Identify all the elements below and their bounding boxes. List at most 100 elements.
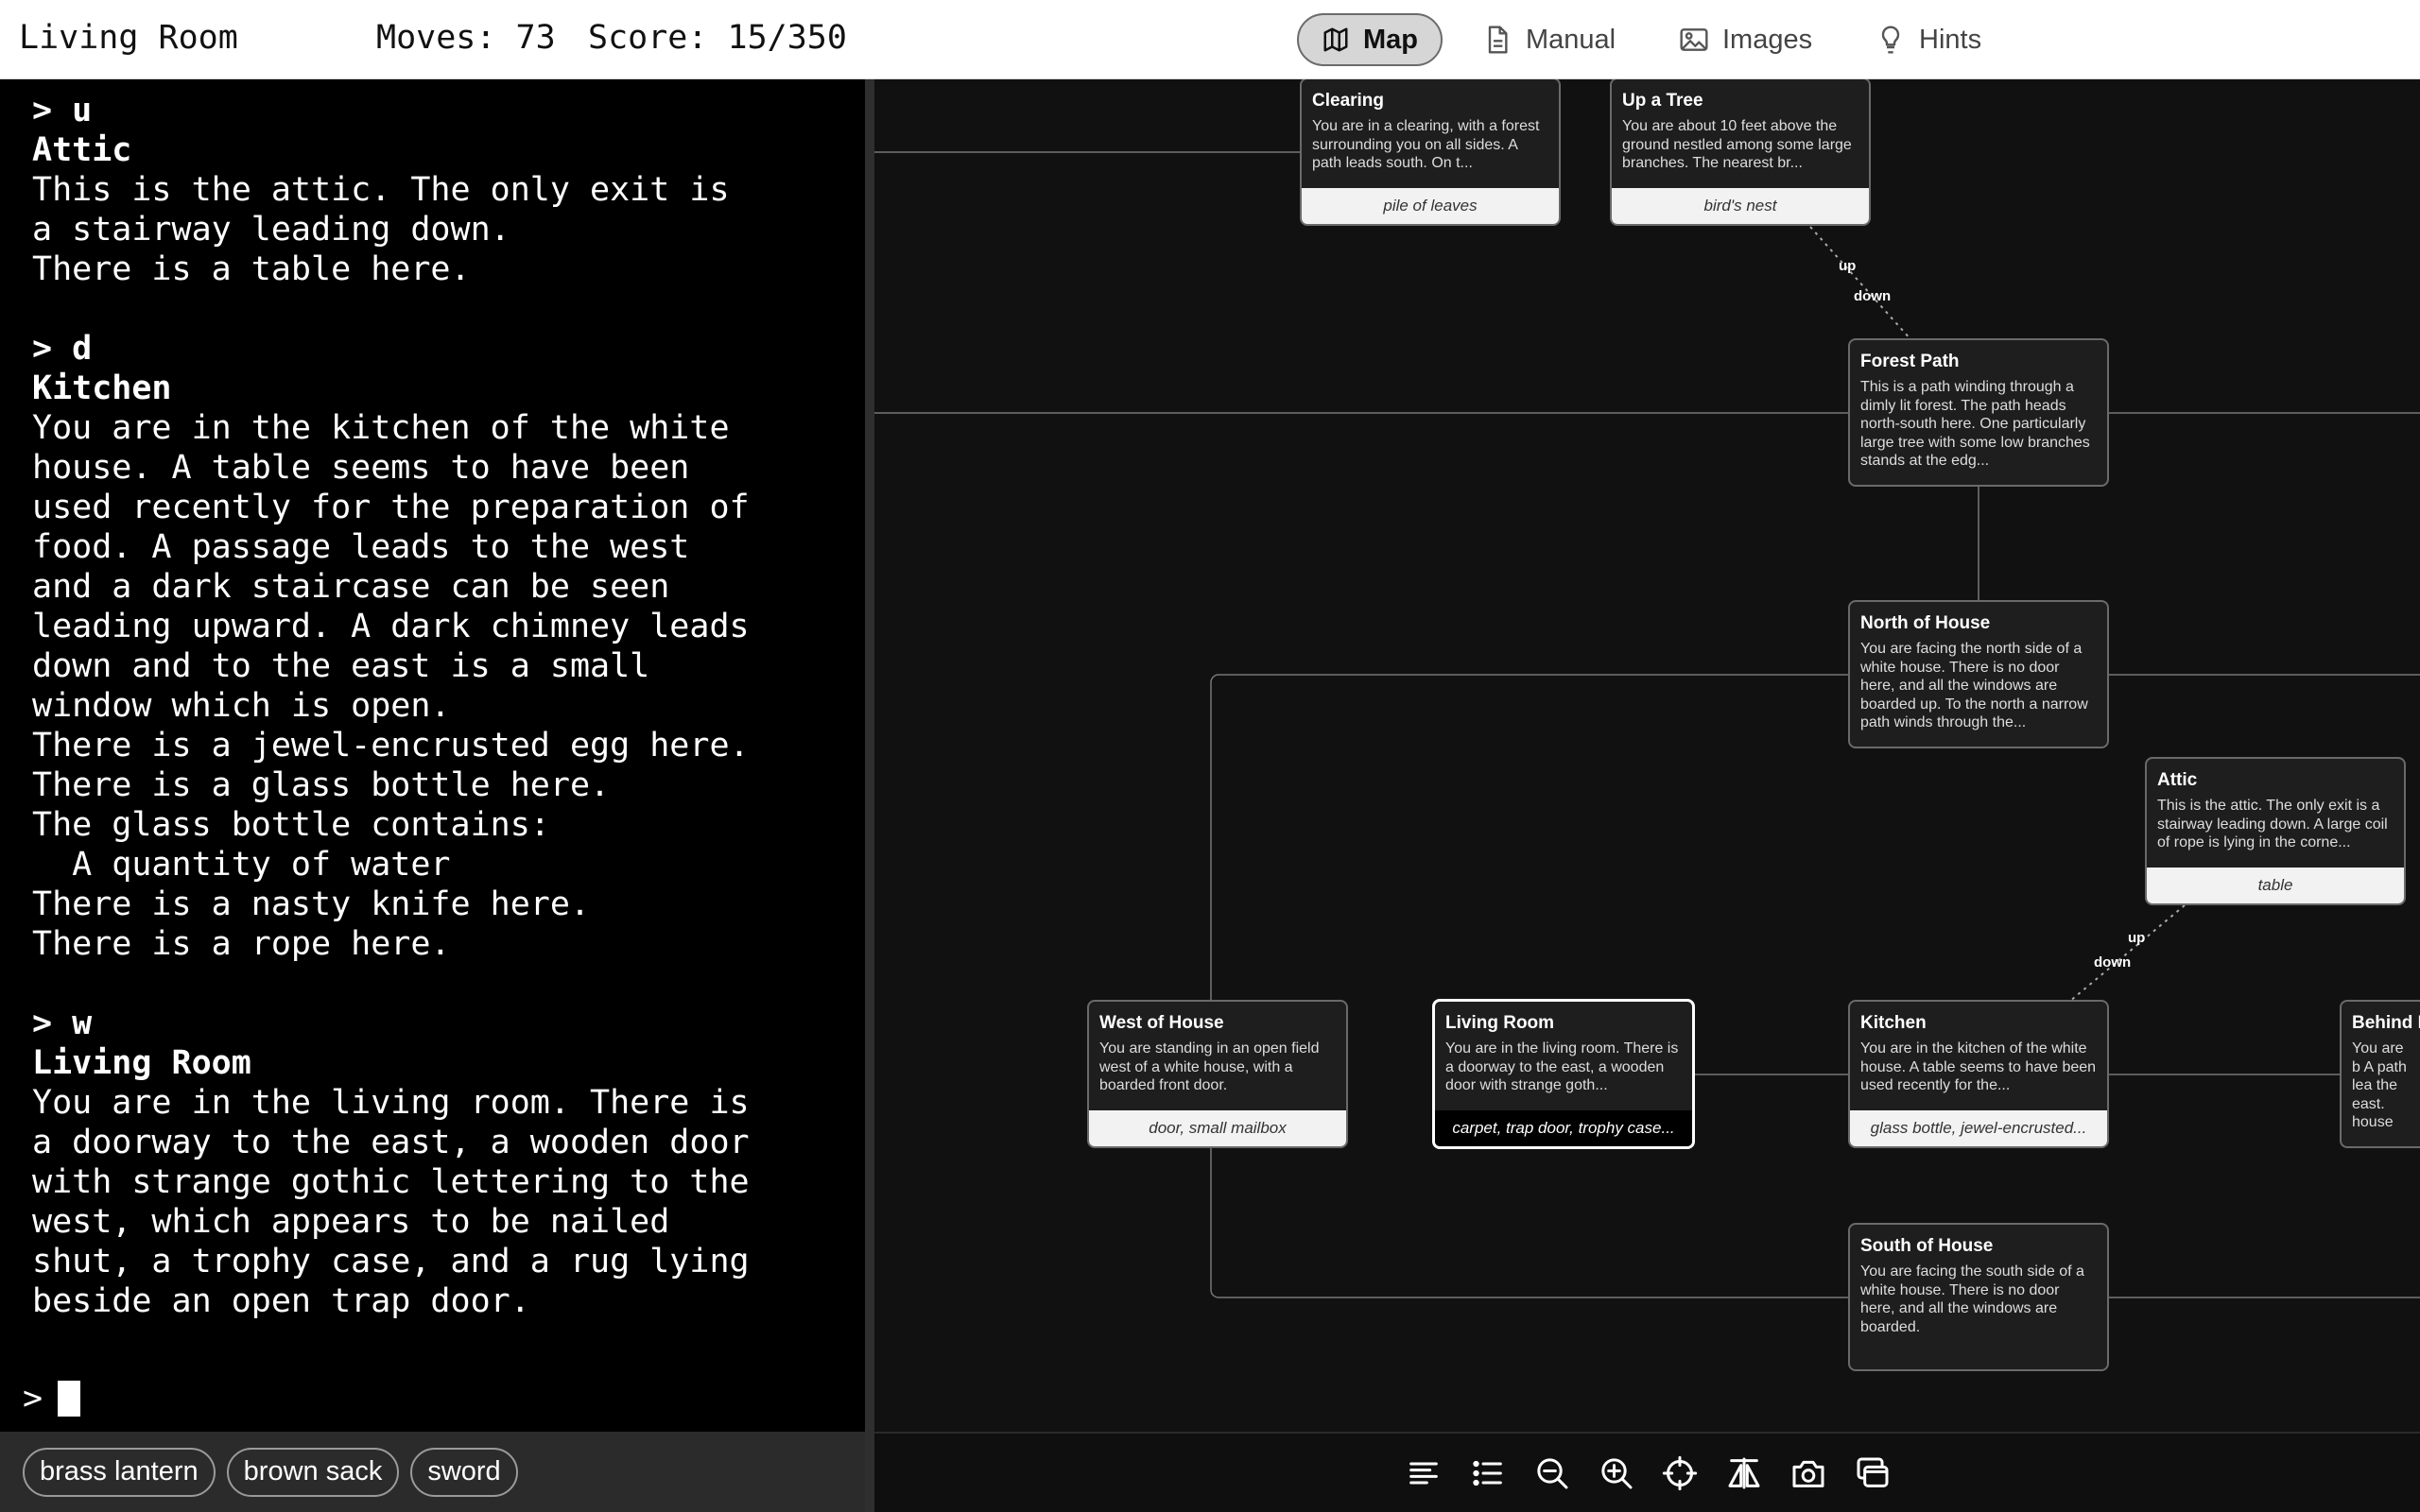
transcript-line: There is a jewel-encrusted egg here. [32,727,750,765]
zoom-in-icon[interactable] [1598,1454,1635,1492]
map-room-west-of-house[interactable]: West of House You are standing in an ope… [1087,1000,1348,1148]
tab-hints-label: Hints [1919,24,1982,55]
map-icon [1323,27,1348,52]
map-toolbar [874,1432,2420,1512]
map-room-up-a-tree[interactable]: Up a Tree You are about 10 feet above th… [1610,79,1871,226]
map-view[interactable]: up down up down Clearing You are in a cl… [874,79,2420,1432]
transcript-line: The glass bottle contains: [32,806,550,844]
map-room-south-of-house[interactable]: South of House You are facing the south … [1848,1223,2109,1371]
map-room-behind-house[interactable]: Behind H You are b A path lea the east. … [2340,1000,2420,1148]
command-line: > d [32,330,93,368]
map-room-forest-path[interactable]: Forest Path This is a path winding throu… [1848,338,2109,487]
transcript-line: leading upward. A dark chimney leads [32,608,750,645]
room-heading: Kitchen [32,369,172,407]
direction-label-down: down [2094,954,2132,971]
tree-connection-dotted [1809,226,1912,341]
room-description: This is the attic. The only exit is a st… [2157,798,2388,850]
command-line: > u [32,92,93,129]
top-bar: Living Room Moves: 73 Score: 15/350 Map … [0,0,2420,79]
map-room-clearing[interactable]: Clearing You are in a clearing, with a f… [1300,79,1561,226]
connection-line [1210,674,1848,1002]
lightbulb-icon [1881,26,1900,54]
transcript-line: There is a nasty knife here. [32,885,591,923]
room-items: pile of leaves [1302,188,1559,224]
direction-label-up: up [1839,258,1857,274]
transcript-line: You are in the living room. There is [32,1084,750,1122]
flip-icon[interactable] [1725,1454,1763,1492]
transcript-line: There is a glass bottle here. [32,766,611,804]
transcript-line: a stairway leading down. [32,211,510,249]
room-name: Attic [2157,770,2198,790]
inventory-item-sword[interactable]: sword [410,1447,518,1497]
transcript-block: > w Living Room You are in the living ro… [32,1004,833,1321]
room-name: Up a Tree [1622,91,1703,111]
command-prompt[interactable]: > [23,1380,81,1418]
inventory-item-brown-sack[interactable]: brown sack [226,1447,400,1497]
tab-manual[interactable]: Manual [1460,13,1638,66]
crosshair-icon[interactable] [1661,1454,1699,1492]
transcript-line: There is a table here. [32,250,471,288]
transcript-line: beside an open trap door. [32,1282,530,1320]
windows-icon[interactable] [1854,1454,1892,1492]
tab-manual-label: Manual [1526,24,1616,55]
transcript-line: There is a rope here. [32,925,451,963]
zoom-out-icon[interactable] [1533,1454,1571,1492]
room-description: You are facing the south side of a white… [1860,1263,2084,1335]
tab-map[interactable]: Map [1297,13,1443,66]
transcript-line: This is the attic. The only exit is [32,171,730,209]
text-cursor [58,1381,81,1417]
room-items: glass bottle, jewel-encrusted... [1850,1110,2107,1146]
room-description: This is a path winding through a dimly l… [1860,379,2090,469]
map-room-north-of-house[interactable]: North of House You are facing the north … [1848,600,2109,748]
pane-divider[interactable] [865,79,874,1512]
tab-images[interactable]: Images [1656,13,1835,66]
room-name: Clearing [1312,91,1385,111]
align-left-icon[interactable] [1405,1454,1443,1492]
tab-hints[interactable]: Hints [1853,13,2004,66]
transcript-line: down and to the east is a small [32,647,650,685]
list-icon[interactable] [1469,1454,1507,1492]
direction-label-up: up [2128,930,2146,946]
room-heading: Attic [32,131,132,169]
transcript-line: west, which appears to be nailed [32,1203,670,1241]
command-line: > w [32,1005,93,1042]
tab-map-label: Map [1363,24,1418,55]
room-description: You are in a clearing, with a forest sur… [1312,118,1540,171]
map-room-attic[interactable]: Attic This is the attic. The only exit i… [2145,757,2406,905]
map-room-kitchen[interactable]: Kitchen You are in the kitchen of the wh… [1848,1000,2109,1148]
room-name: Behind H [2352,1013,2420,1033]
room-items: door, small mailbox [1089,1110,1346,1146]
transcript-line: with strange gothic lettering to the [32,1163,750,1201]
tab-images-label: Images [1722,24,1813,55]
room-items: bird's nest [1612,188,1869,224]
document-icon [1488,26,1508,54]
transcript-line: and a dark staircase can be seen [32,568,670,606]
camera-icon[interactable] [1789,1454,1827,1492]
transcript-line: shut, a trophy case, and a rug lying [32,1243,750,1280]
room-description: You are facing the north side of a white… [1860,641,2088,730]
room-items: table [2147,868,2404,903]
prompt-symbol: > [23,1380,43,1418]
room-heading: Living Room [32,1044,251,1082]
room-description: You are in the living room. There is a d… [1445,1040,1679,1093]
inventory-bar: brass lantern brown sack sword [0,1432,865,1512]
map-room-living-room-current[interactable]: Living Room You are in the living room. … [1432,999,1695,1149]
connection-line [1210,1148,1848,1298]
room-name: West of House [1099,1013,1224,1033]
attic-connection-dotted [2068,904,2186,1003]
room-name: South of House [1860,1236,1994,1256]
image-icon [1680,28,1708,51]
room-name: North of House [1860,613,1991,633]
transcript-line: You are in the kitchen of the white [32,409,730,447]
map-connections [874,151,2420,1298]
room-name: Kitchen [1860,1013,1927,1033]
moves-counter: Moves: 73 [376,19,556,57]
room-description: You are b A path lea the east. house the… [2352,1040,2407,1134]
transcript-line: food. A passage leads to the west [32,528,690,566]
direction-label-down: down [1854,288,1892,304]
inventory-item-brass-lantern[interactable]: brass lantern [23,1447,216,1497]
transcript-block: > d Kitchen You are in the kitchen of th… [32,329,833,964]
game-transcript: > u Attic This is the attic. The only ex… [0,79,865,1432]
current-room-title: Living Room [19,19,238,57]
transcript-line: house. A table seems to have been [32,449,690,487]
